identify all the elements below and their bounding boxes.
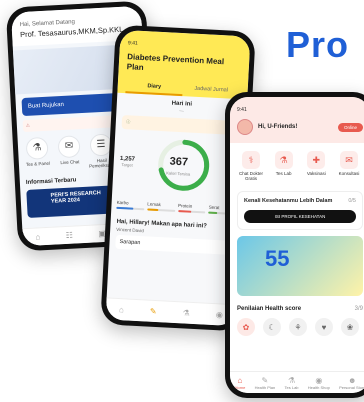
macro-bar: [177, 210, 206, 214]
macro-bar: [116, 207, 145, 211]
clipboard-icon: ✎: [261, 375, 269, 385]
macro-bar-fill: [177, 210, 192, 213]
target-label: Target: [121, 162, 133, 168]
chat-icon: ✉: [339, 151, 358, 169]
nav-lab[interactable]: ⚗: [182, 308, 190, 317]
nav-health-plan[interactable]: ✎: [150, 307, 157, 316]
flask-icon: ⚗: [287, 375, 296, 385]
phone-mockup-dashboard: 9:41 Hi, U-Friends! Online ⚕ Chat Dokter …: [225, 92, 364, 398]
quick-menu-label: Tes & Panel: [25, 160, 51, 167]
info-alert: ⓘ: [121, 115, 241, 136]
tab-diary[interactable]: Diary: [125, 79, 184, 97]
service-vaccine[interactable]: ✚ Vaksinasi: [302, 151, 330, 181]
lungs-icon[interactable]: ⚘: [289, 318, 307, 336]
phone-screen: 9:41 Hi, U-Friends! Online ⚕ Chat Dokter …: [230, 97, 364, 393]
meal-card-breakfast[interactable]: Sarapan: [115, 235, 234, 256]
macro-label: Serat: [208, 204, 220, 211]
brain-icon[interactable]: ✿: [237, 318, 255, 336]
page-title: Diabetes Prevention Meal Plan: [126, 52, 225, 72]
bottom-nav: ⌂ Home ✎ Health Plan ⚗ Tes Lab ◉ Health Shop ☻ Pe…: [230, 371, 364, 393]
quick-menu-chat[interactable]: ✉ Live Chat: [55, 134, 83, 170]
health-score-items: ✿ ☾ ⚘ ♥ ❀: [230, 316, 364, 338]
dashboard-header: 9:41 Hi, U-Friends! Online: [230, 97, 364, 143]
nav-label: Personal Story: [339, 384, 364, 390]
flask-icon: ⚗: [274, 151, 293, 169]
clipboard-icon: ✎: [149, 306, 157, 317]
service-label: Tes Lab: [275, 171, 292, 176]
macro-label: Lemak: [147, 201, 161, 208]
macro-label: Karbo: [116, 200, 129, 206]
nav-item[interactable]: ⚗ Tes Lab: [285, 376, 299, 390]
nav-label: Health Plan: [254, 384, 276, 390]
flask-icon: ⚗: [25, 136, 49, 160]
service-label: Vaksinasi: [306, 171, 326, 176]
macro-bar-fill: [116, 207, 134, 210]
service-label: Konsultasi: [338, 171, 360, 176]
promo-banner[interactable]: 55: [237, 236, 363, 296]
nav-item[interactable]: ✎ Health Plan: [255, 376, 276, 390]
bottom-nav: ⌂ ✎ ⚗ ◉: [105, 297, 237, 327]
macro-item: Lemak: [147, 201, 175, 213]
nav-shop[interactable]: ◉: [216, 310, 223, 319]
stethoscope-icon: ⚕: [242, 151, 260, 169]
macro-bar: [147, 208, 175, 213]
nav-item[interactable]: ⌂ Home: [235, 376, 246, 390]
service-chat-doctor[interactable]: ⚕ Chat Dokter Gratis: [237, 151, 265, 181]
macro-label: Protein: [177, 203, 193, 209]
macro-bar-fill: [147, 208, 159, 212]
card-step: 0/5: [348, 198, 356, 204]
service-menu: ⚕ Chat Dokter Gratis ⚗ Tes Lab ✚ Vaksinasi …: [230, 143, 364, 185]
promo-number: 55: [265, 246, 290, 271]
nav-label: Tes Lab: [284, 384, 299, 390]
nav-home[interactable]: ⌂: [119, 305, 124, 314]
chat-icon: ✉: [57, 134, 81, 159]
calendar-icon[interactable]: ☷: [66, 231, 74, 240]
macro-item: Protein: [177, 203, 206, 214]
greeting-text: Hi, U-Friends!: [258, 124, 298, 130]
macro-bar-fill: [208, 211, 217, 215]
quick-menu-lab[interactable]: ⚗ Tes & Panel: [24, 136, 52, 171]
meal-plan-header: 9:41 Diabetes Prevention Meal Plan Diary…: [117, 29, 251, 100]
quick-menu-label: Live Chat: [60, 158, 80, 165]
nav-label: Home: [234, 384, 246, 390]
avatar[interactable]: [237, 119, 253, 135]
story-icon: ☻: [347, 375, 357, 385]
service-consult[interactable]: ✉ Konsultasi: [335, 151, 363, 181]
status-time: 9:41: [237, 107, 247, 113]
health-score-title: Penilaian Health score: [237, 306, 302, 312]
leaf-icon[interactable]: ❀: [341, 318, 359, 336]
status-time: 9:41: [127, 40, 138, 47]
bag-icon: ◉: [315, 375, 323, 385]
target-stat: 1,257 Target: [119, 156, 135, 168]
syringe-icon: ✚: [307, 151, 326, 169]
card-title: Kenali Kesehatanmu Lebih Dalam: [244, 198, 333, 204]
status-pill[interactable]: Online: [337, 122, 363, 132]
nav-label: Health Shop: [307, 384, 330, 390]
nav-item[interactable]: ☻ Personal Story: [339, 376, 364, 390]
home-icon: ⌂: [118, 305, 125, 315]
macro-item: Karbo: [116, 200, 145, 211]
flask-icon: ⚗: [182, 308, 191, 318]
greeting-row: Hi, U-Friends! Online: [237, 119, 363, 135]
service-lab[interactable]: ⚗ Tes Lab: [270, 151, 298, 181]
heart-icon[interactable]: ♥: [315, 318, 333, 336]
moon-icon[interactable]: ☾: [263, 318, 281, 336]
home-icon: ⌂: [237, 375, 243, 385]
home-icon[interactable]: ⌂: [35, 232, 40, 241]
fill-health-profile-button[interactable]: ISI PROFIL KESEHATAN: [244, 210, 356, 223]
service-label: Chat Dokter Gratis: [238, 171, 263, 181]
nav-item[interactable]: ◉ Health Shop: [308, 376, 330, 390]
health-profile-card: Kenali Kesehatanmu Lebih Dalam 0/5 ISI PR…: [237, 191, 363, 230]
brand-logo-text: Pro: [286, 24, 350, 65]
bag-icon: ◉: [215, 310, 224, 320]
health-score-step: 3/9: [354, 306, 363, 312]
health-score-header: Penilaian Health score 3/9: [230, 302, 364, 316]
